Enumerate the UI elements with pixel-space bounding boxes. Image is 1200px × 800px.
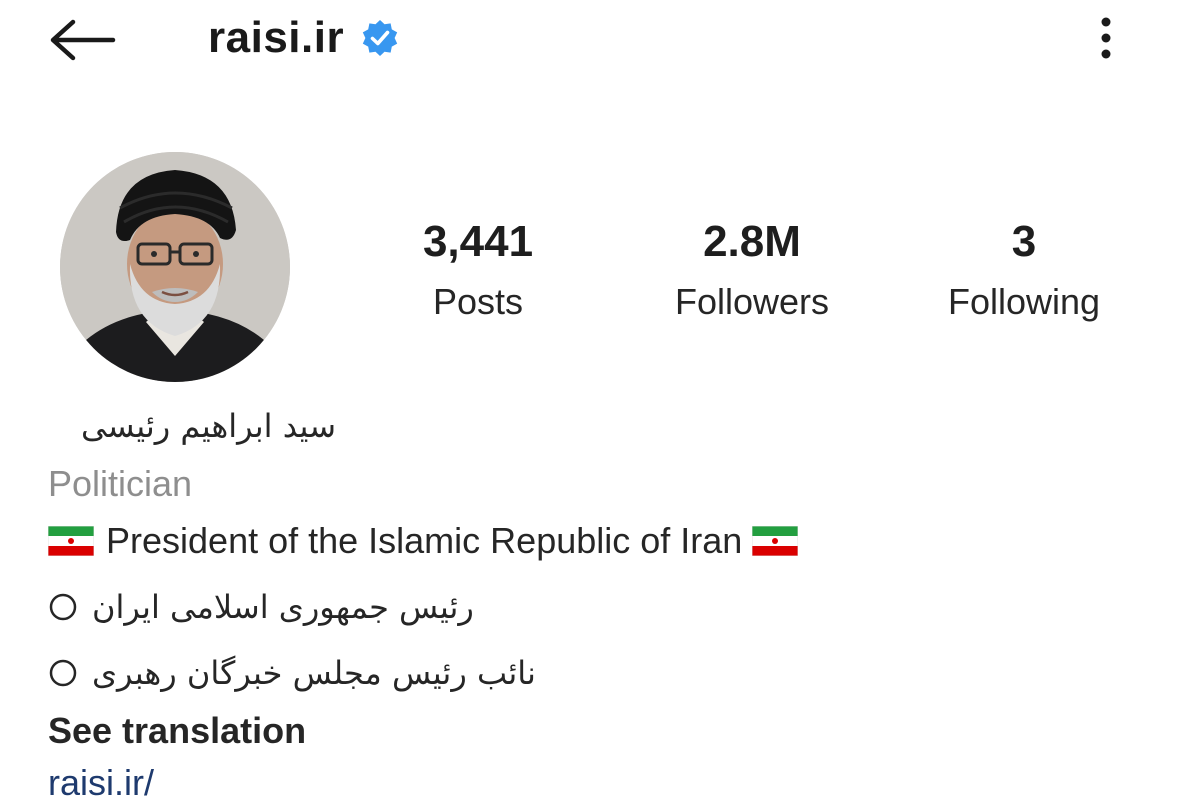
avatar[interactable] <box>60 152 290 382</box>
profile-photo <box>60 152 290 382</box>
following-count: 3 <box>1011 217 1037 266</box>
following-stat[interactable]: 3 Following <box>894 212 1154 332</box>
followers-label: Followers <box>674 281 830 322</box>
followers-count: 2.8M <box>703 217 801 266</box>
posts-count: 3,441 <box>422 217 534 266</box>
followers-stat[interactable]: 2.8M Followers <box>622 212 882 332</box>
iran-flag-icon <box>752 526 799 556</box>
website-link[interactable]: raisi.ir/ <box>48 758 154 800</box>
category-label: Politician <box>48 463 193 504</box>
back-arrow-icon <box>50 19 116 61</box>
more-options-icon <box>1101 17 1111 59</box>
bio-line-2: رئیس جمهوری اسلامی ایران <box>48 580 474 634</box>
circle-icon <box>49 659 77 687</box>
circle-icon <box>49 593 77 621</box>
profile-page: raisi.ir 3,441 Posts 2.8M Followers 3 Fo… <box>0 0 1200 800</box>
verified-badge-icon <box>360 18 400 58</box>
bio-line-1: President of the Islamic Republic of Ira… <box>48 514 799 568</box>
header-title: raisi.ir <box>208 6 400 70</box>
more-options-button[interactable] <box>1082 6 1130 70</box>
back-button[interactable] <box>44 10 120 70</box>
bio-line-3: نائب رئیس مجلس خبرگان رهبری <box>48 646 536 700</box>
following-label: Following <box>947 281 1101 322</box>
username: raisi.ir <box>208 13 345 62</box>
iran-flag-icon <box>48 526 94 556</box>
see-translation-link[interactable]: See translation <box>48 706 306 756</box>
bio-text-persian-1: رئیس جمهوری اسلامی ایران <box>92 588 474 626</box>
posts-stat[interactable]: 3,441 Posts <box>348 212 608 332</box>
bio-text-english: President of the Islamic Republic of Ira… <box>106 520 743 561</box>
bio-text-persian-2: نائب رئیس مجلس خبرگان رهبری <box>92 654 536 692</box>
posts-label: Posts <box>432 281 524 322</box>
full-name: سید ابراهیم رئیسی <box>80 407 336 445</box>
